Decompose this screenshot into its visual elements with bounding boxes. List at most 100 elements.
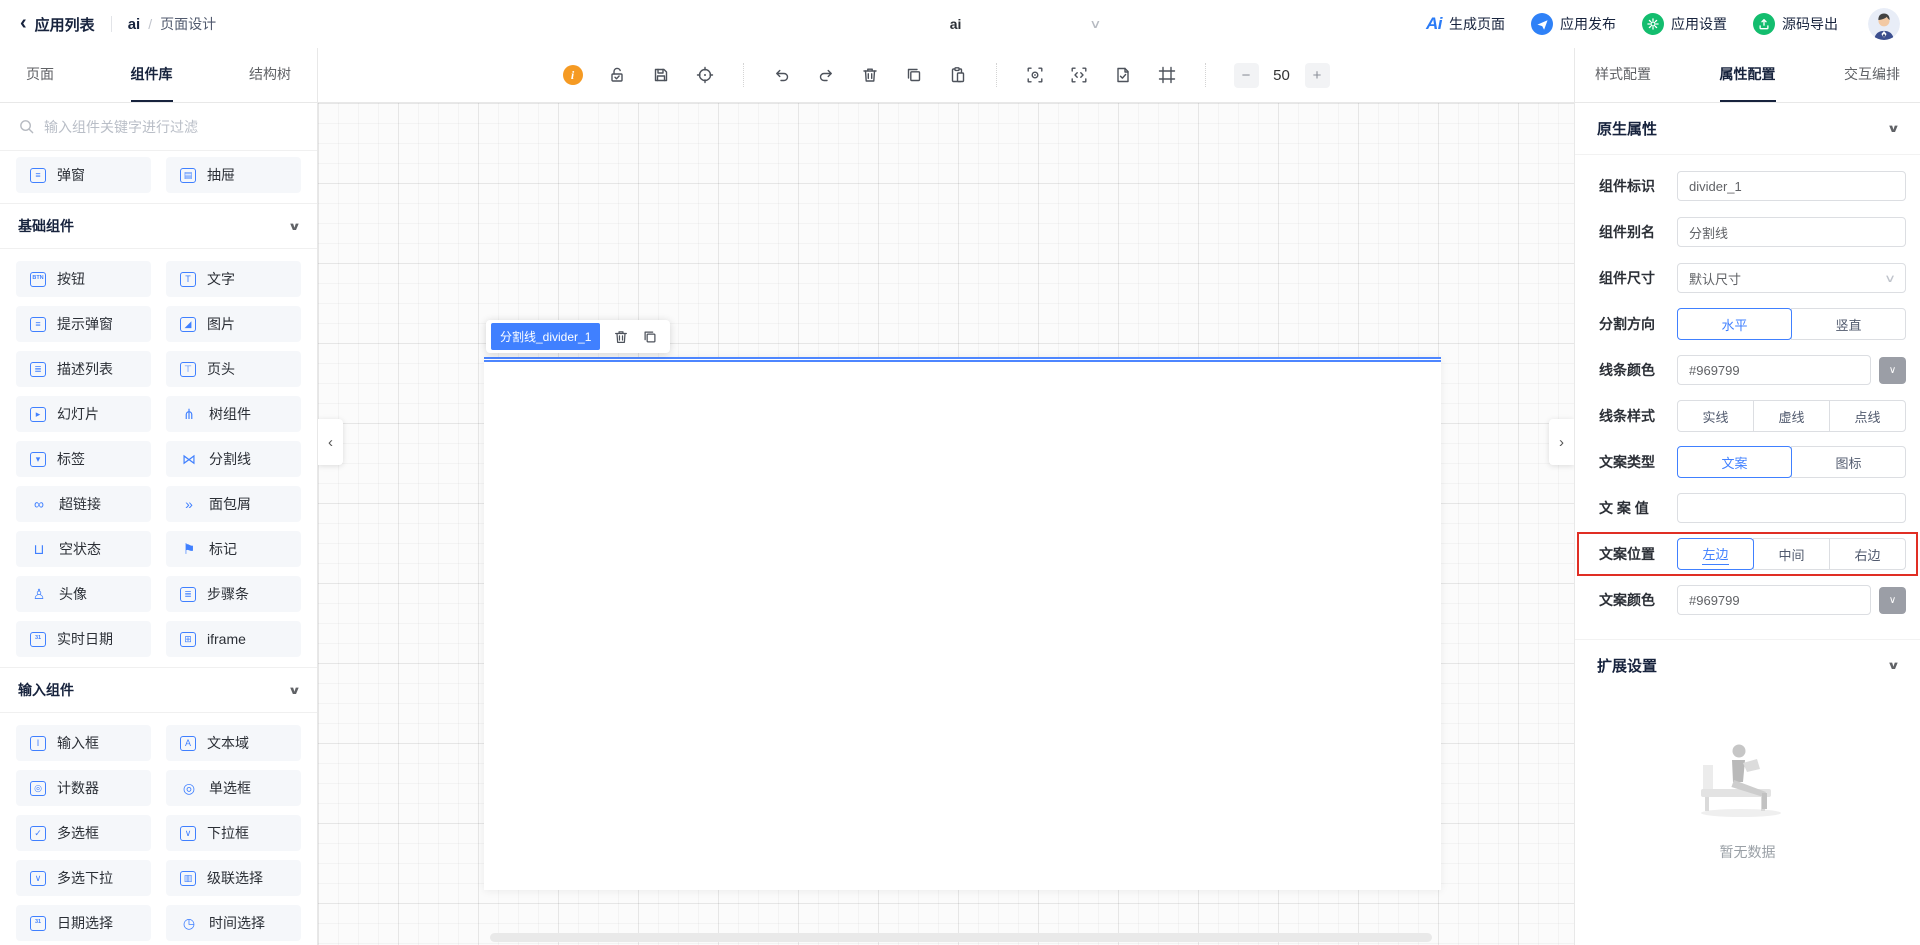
component-item-desc-list[interactable]: ≣描述列表 — [16, 351, 151, 387]
text-icon: T — [180, 272, 196, 287]
component-item-time-picker[interactable]: ◷时间选择 — [166, 905, 301, 941]
component-item-hyperlink[interactable]: ∞超链接 — [16, 486, 151, 522]
delete-icon[interactable] — [860, 65, 880, 85]
component-item-avatar[interactable]: ♙头像 — [16, 576, 151, 612]
text-value-input[interactable] — [1677, 493, 1906, 523]
save-icon[interactable] — [651, 65, 671, 85]
delete-component-icon[interactable] — [612, 328, 629, 345]
component-item-iframe[interactable]: ⊞iframe — [166, 621, 301, 657]
zoom-in-button[interactable]: + — [1305, 63, 1330, 88]
component-item-input[interactable]: I输入框 — [16, 725, 151, 761]
native-props-section-header[interactable]: 原生属性 ∨ — [1575, 103, 1920, 155]
frame-icon[interactable] — [1157, 65, 1177, 85]
text-position-option-2[interactable]: 右边 — [1829, 538, 1906, 570]
divider-direction-option-0[interactable]: 水平 — [1677, 308, 1792, 340]
left-tab-2[interactable]: 结构树 — [249, 48, 291, 102]
unlock-icon[interactable] — [607, 65, 627, 85]
doc-check-icon[interactable] — [1113, 65, 1133, 85]
component-item-empty-state[interactable]: ⊔空状态 — [16, 531, 151, 567]
selected-divider-component[interactable] — [484, 357, 1441, 362]
option-label: 水平 — [1721, 315, 1747, 334]
text-type-option-1[interactable]: 图标 — [1791, 446, 1906, 478]
preview-icon[interactable] — [1025, 65, 1045, 85]
canvas-area[interactable]: 分割线_divider_1 ‹ › — [318, 103, 1574, 945]
component-item-carousel[interactable]: ▸幻灯片 — [16, 396, 151, 432]
component-item-multi-select[interactable]: ∨多选下拉 — [16, 860, 151, 896]
user-avatar[interactable] — [1868, 8, 1900, 40]
line-style-option-2[interactable]: 点线 — [1829, 400, 1906, 432]
component-size-select[interactable]: 默认尺寸∨ — [1677, 263, 1906, 293]
text-color-input[interactable]: #969799 — [1677, 585, 1871, 615]
component-item-label: 弹窗 — [57, 165, 85, 185]
left-panel-tabs: 页面 组件库 结构树 — [0, 48, 317, 103]
right-tab-1[interactable]: 属性配置 — [1720, 48, 1776, 102]
collapse-left-panel-button[interactable]: ‹ — [318, 419, 343, 465]
undo-icon[interactable] — [772, 65, 792, 85]
line-color-swatch-button[interactable]: ∨ — [1879, 357, 1906, 384]
component-item-marker[interactable]: ⚑标记 — [166, 531, 301, 567]
text-position-option-1[interactable]: 中间 — [1753, 538, 1830, 570]
info-icon[interactable]: i — [563, 65, 583, 85]
component-group-header[interactable]: 输入组件∨ — [0, 667, 317, 713]
component-item-drawer[interactable]: ▤抽屉 — [166, 157, 301, 193]
code-icon[interactable] — [1069, 65, 1089, 85]
component-item-label: 计数器 — [57, 778, 99, 798]
component-id-input[interactable]: divider_1 — [1677, 171, 1906, 201]
left-tab-0[interactable]: 页面 — [26, 48, 54, 102]
component-item-steps[interactable]: ≣步骤条 — [166, 576, 301, 612]
text-position-option-0[interactable]: 左边 — [1677, 538, 1754, 570]
redo-icon[interactable] — [816, 65, 836, 85]
component-item-image[interactable]: ◢图片 — [166, 306, 301, 342]
right-tab-0[interactable]: 样式配置 — [1595, 48, 1651, 102]
copy-icon[interactable] — [904, 65, 924, 85]
component-item-alert-popup[interactable]: ≡提示弹窗 — [16, 306, 151, 342]
component-item-checkbox[interactable]: ✓多选框 — [16, 815, 151, 851]
divider-direction-option-1[interactable]: 竖直 — [1791, 308, 1906, 340]
left-tab-1[interactable]: 组件库 — [131, 48, 173, 102]
left-panel: 页面 组件库 结构树 ≡弹窗 ▤抽屉基础组件∨ BTN按钮 T文字 ≡提示弹窗 ◢图片 ≣描述列… — [0, 48, 318, 945]
component-item-live-date[interactable]: 31实时日期 — [16, 621, 151, 657]
empty-illustration — [1689, 735, 1807, 826]
action-app-settings[interactable]: 应用设置 — [1642, 13, 1727, 35]
breadcrumb-app[interactable]: ai — [128, 16, 141, 33]
component-item-textarea[interactable]: A文本域 — [166, 725, 301, 761]
collapse-right-panel-button[interactable]: › — [1549, 419, 1574, 465]
action-app-publish[interactable]: 应用发布 — [1531, 13, 1616, 35]
component-item-tag[interactable]: ▾标签 — [16, 441, 151, 477]
paste-icon[interactable] — [948, 65, 968, 85]
action-ai-generate[interactable]: Ai生成页面 — [1426, 14, 1505, 34]
component-item-date-picker[interactable]: 31日期选择 — [16, 905, 151, 941]
component-item-radio[interactable]: ◎单选框 — [166, 770, 301, 806]
component-item-select[interactable]: ∨下拉框 — [166, 815, 301, 851]
component-item-tree[interactable]: ⋔树组件 — [166, 396, 301, 432]
search-input[interactable] — [44, 119, 299, 135]
component-item-divider[interactable]: ⋈分割线 — [166, 441, 301, 477]
line-style-option-0[interactable]: 实线 — [1677, 400, 1754, 432]
component-item-breadcrumb[interactable]: »面包屑 — [166, 486, 301, 522]
right-tab-2[interactable]: 交互编排 — [1844, 48, 1900, 102]
source-export-icon — [1753, 13, 1775, 35]
extension-section-header[interactable]: 扩展设置 ∨ — [1575, 639, 1920, 691]
horizontal-scrollbar[interactable] — [490, 933, 1432, 942]
property-fields: 组件标识divider_1组件别名分割线组件尺寸默认尺寸∨分割方向水平竖直线条颜… — [1575, 155, 1920, 631]
component-alias-input[interactable]: 分割线 — [1677, 217, 1906, 247]
component-group-header[interactable]: 基础组件∨ — [0, 203, 317, 249]
component-item-label: 标记 — [209, 539, 237, 559]
component-item-popup[interactable]: ≡弹窗 — [16, 157, 151, 193]
text-type-option-0[interactable]: 文案 — [1677, 446, 1792, 478]
text-color-swatch-button[interactable]: ∨ — [1879, 587, 1906, 614]
copy-component-icon[interactable] — [641, 328, 658, 345]
component-item-cascader[interactable]: ▥级联选择 — [166, 860, 301, 896]
design-page[interactable] — [484, 357, 1441, 890]
component-item-button[interactable]: BTN按钮 — [16, 261, 151, 297]
back-button[interactable]: ‹ 应用列表 — [20, 14, 95, 35]
action-source-export[interactable]: 源码导出 — [1753, 13, 1838, 35]
target-icon[interactable] — [695, 65, 715, 85]
page-selector-dropdown[interactable]: ai ∨ — [820, 0, 1100, 48]
component-item-text[interactable]: T文字 — [166, 261, 301, 297]
component-item-counter[interactable]: ◎计数器 — [16, 770, 151, 806]
line-style-option-1[interactable]: 虚线 — [1753, 400, 1830, 432]
component-item-page-header[interactable]: ⊤页头 — [166, 351, 301, 387]
line-color-input[interactable]: #969799 — [1677, 355, 1871, 385]
zoom-out-button[interactable]: − — [1234, 63, 1259, 88]
